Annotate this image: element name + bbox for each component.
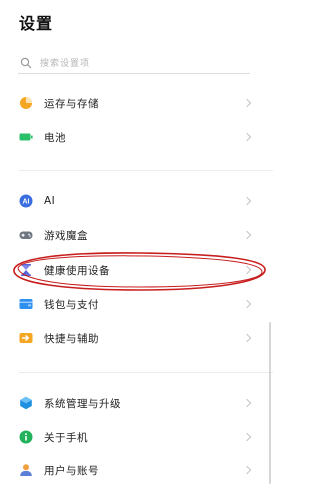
settings-item-label: 运存与存储 xyxy=(44,97,99,110)
system-cube-icon xyxy=(19,396,33,410)
user-icon xyxy=(19,463,33,477)
ai-badge-icon: AI xyxy=(19,194,33,208)
settings-item-label: 用户与账号 xyxy=(44,464,99,477)
wallet-icon xyxy=(19,297,33,311)
hourglass-icon xyxy=(19,263,33,277)
settings-item-ai[interactable]: AI AI xyxy=(0,186,294,216)
settings-item-label: 钱包与支付 xyxy=(44,298,99,311)
chevron-right-icon xyxy=(242,432,252,442)
chevron-right-icon xyxy=(242,230,252,240)
settings-item-label: AI xyxy=(44,195,56,207)
shortcut-arrow-icon xyxy=(19,331,33,345)
settings-item-storage[interactable]: 运存与存储 xyxy=(0,88,294,118)
scrollbar[interactable] xyxy=(269,322,271,484)
chevron-right-icon xyxy=(242,299,252,309)
search-bar[interactable]: 搜索设置项 xyxy=(18,52,250,74)
section-divider xyxy=(19,170,273,171)
chevron-right-icon xyxy=(242,465,252,475)
chevron-right-icon xyxy=(242,196,252,206)
chevron-right-icon xyxy=(242,265,252,275)
info-icon xyxy=(19,430,33,444)
settings-item-wallet[interactable]: 钱包与支付 xyxy=(0,289,294,319)
settings-item-digital-wellbeing[interactable]: 健康使用设备 xyxy=(0,255,294,285)
settings-item-label: 系统管理与升级 xyxy=(44,397,121,410)
search-icon xyxy=(20,57,32,68)
settings-item-system[interactable]: 系统管理与升级 xyxy=(0,388,294,418)
battery-icon xyxy=(19,130,33,144)
settings-item-label: 游戏魔盒 xyxy=(44,229,88,242)
settings-item-label: 关于手机 xyxy=(44,431,88,444)
section-divider xyxy=(19,372,273,373)
chevron-right-icon xyxy=(242,132,252,142)
svg-text:AI: AI xyxy=(23,199,30,206)
settings-item-shortcuts[interactable]: 快捷与辅助 xyxy=(0,323,294,353)
settings-item-label: 健康使用设备 xyxy=(44,264,110,277)
settings-item-game-box[interactable]: 游戏魔盒 xyxy=(0,220,294,250)
gamepad-icon xyxy=(19,228,33,242)
settings-item-about-phone[interactable]: 关于手机 xyxy=(0,422,294,452)
chevron-right-icon xyxy=(242,398,252,408)
chevron-right-icon xyxy=(242,98,252,108)
chevron-right-icon xyxy=(242,333,252,343)
settings-item-label: 电池 xyxy=(44,131,66,144)
storage-pie-icon xyxy=(19,96,33,110)
settings-item-users-accounts[interactable]: 用户与账号 xyxy=(0,455,294,485)
page-title: 设置 xyxy=(19,14,54,33)
search-placeholder: 搜索设置项 xyxy=(40,59,91,69)
settings-item-battery[interactable]: 电池 xyxy=(0,122,294,152)
settings-item-label: 快捷与辅助 xyxy=(44,332,99,345)
